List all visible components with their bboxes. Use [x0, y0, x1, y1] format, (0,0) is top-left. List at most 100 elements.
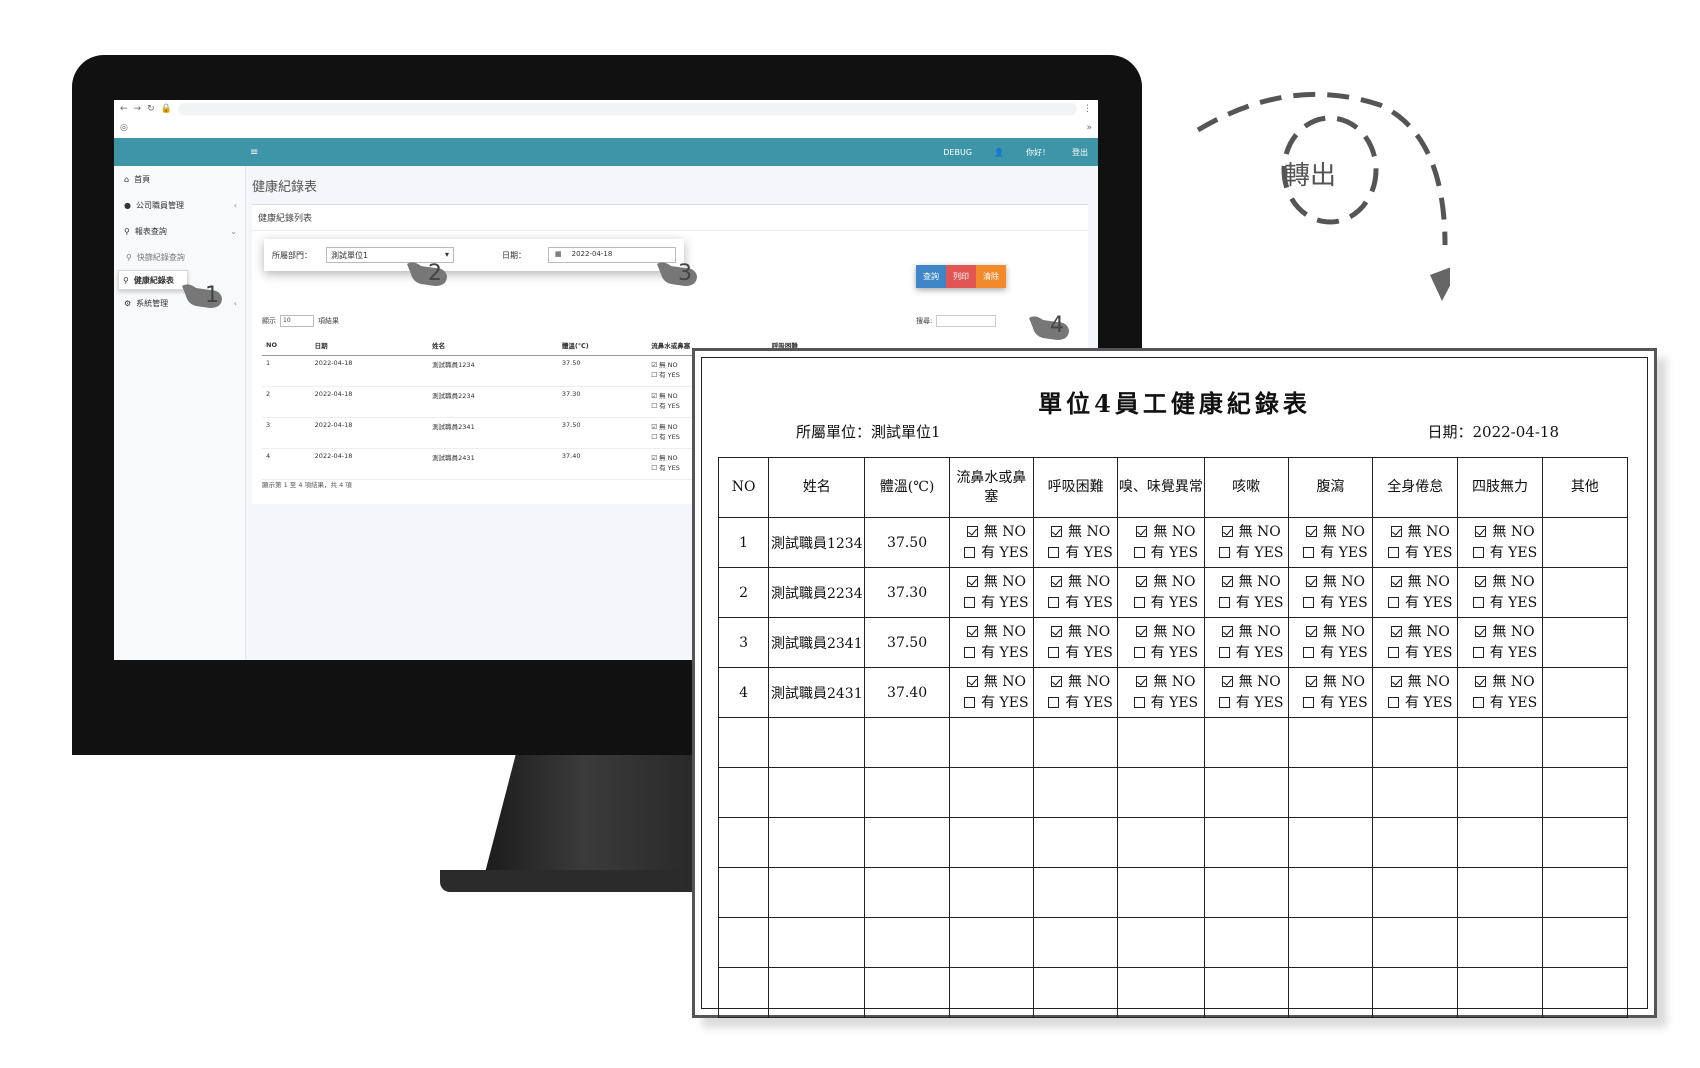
report-cell-empty	[1541, 867, 1629, 918]
checkbox-checked-icon	[1221, 526, 1233, 538]
report-cell-empty	[1372, 917, 1459, 968]
monitor-base	[440, 870, 680, 892]
report-cell-no: 1	[717, 517, 770, 568]
report-cell-empty	[1372, 767, 1459, 818]
checkbox-empty-icon	[1048, 646, 1060, 658]
report-cell-empty	[948, 767, 1035, 818]
symptom-option: 無 NO 有 YES	[1032, 517, 1119, 568]
action-buttons: 查詢 列印 清除	[916, 265, 1006, 288]
report-cell-empty	[1117, 767, 1205, 818]
logout-button[interactable]: 登出	[1072, 147, 1088, 158]
report-cell-empty	[1032, 717, 1119, 768]
report-column-header: 流鼻水或鼻塞	[948, 457, 1035, 518]
avatar-icon[interactable]: 👤	[994, 148, 1004, 157]
bookmark-icon[interactable]: ◎	[120, 123, 128, 133]
column-header[interactable]: 日期	[310, 335, 429, 356]
symptom-option: 無 NO 有 YES	[1203, 567, 1289, 618]
checkbox-empty-icon	[1303, 696, 1315, 708]
report-cell-name: 測試職員2341	[768, 617, 866, 668]
report-row	[717, 767, 1629, 818]
report-cell-empty	[1457, 817, 1543, 868]
symptom-option: 無 NO 有 YES	[948, 517, 1035, 568]
report-cell-empty	[948, 717, 1035, 768]
checkbox-checked-icon	[1051, 576, 1063, 588]
checkbox-checked-icon	[1390, 526, 1402, 538]
query-button[interactable]: 查詢	[916, 265, 946, 288]
report-cell-name: 測試職員2431	[768, 667, 866, 718]
column-header[interactable]: NO	[262, 335, 311, 356]
report-cell-empty	[1287, 867, 1374, 918]
user-icon: ●	[124, 200, 131, 210]
checkbox-empty-icon	[964, 546, 976, 558]
search-icon: ⚲	[123, 275, 129, 285]
checkbox-empty-icon	[1303, 546, 1315, 558]
report-cell-empty	[717, 717, 770, 768]
checkbox-checked-icon	[1136, 626, 1148, 638]
search-input[interactable]	[936, 315, 997, 327]
report-cell-empty	[768, 767, 866, 818]
report-cell-empty	[1032, 967, 1119, 1018]
menu-icon[interactable]: ⋮	[1083, 104, 1092, 114]
checkbox-checked-icon	[1051, 676, 1063, 688]
checkbox-checked-icon	[1136, 576, 1148, 588]
report-cell-no: 4	[717, 667, 770, 718]
report-cell-empty	[1287, 717, 1374, 768]
print-button[interactable]: 列印	[946, 265, 976, 288]
sidebar-item-staff[interactable]: ● 公司職員管理 ‹	[114, 192, 245, 218]
hamburger-icon[interactable]: ≡	[250, 147, 258, 158]
back-icon[interactable]: ←	[120, 104, 128, 114]
report-row	[717, 917, 1629, 968]
checkbox-empty-icon	[1472, 546, 1484, 558]
sidebar-item-reports[interactable]: ⚲ 報表查詢 ⌄	[114, 218, 245, 244]
report-cell-empty	[1457, 967, 1543, 1018]
symptom-option: 無 NO 有 YES	[1117, 667, 1205, 718]
report-cell-empty	[948, 917, 1035, 968]
report-cell-empty	[1032, 867, 1119, 918]
home-icon: ⌂	[124, 174, 130, 184]
clear-button[interactable]: 清除	[976, 265, 1006, 288]
column-header[interactable]: 姓名	[428, 335, 558, 356]
report-cell-empty	[864, 767, 950, 818]
symptom-option: 無 NO 有 YES	[1287, 567, 1374, 618]
hand-pointer-icon	[182, 284, 222, 308]
sidebar-item-health-record[interactable]: ⚲ 健康紀錄表	[118, 270, 188, 290]
symptom-option: 無 NO 有 YES	[1117, 567, 1205, 618]
calendar-icon: ▦	[555, 250, 562, 258]
symptom-option: 無 NO 有 YES	[1203, 517, 1289, 568]
checkbox-checked-icon	[1305, 526, 1317, 538]
checkbox-empty-icon	[1387, 696, 1399, 708]
page-size-control: 顯示 10 項結果	[262, 315, 339, 327]
page-size-select[interactable]: 10	[280, 315, 314, 327]
table-footer: 顯示第 1 至 4 項結果，共 4 項	[262, 481, 352, 489]
symptom-option: 無 NO 有 YES	[1372, 567, 1459, 618]
app-header: ≡ DEBUG 👤 你好！ 登出	[114, 138, 1098, 166]
step-number: 4	[1050, 313, 1064, 338]
symptom-option: 無 NO 有 YES	[1203, 667, 1289, 718]
bookmarks-bar: ◎ »	[114, 118, 1098, 138]
report-cell-empty	[1372, 817, 1459, 868]
report-column-header: NO	[717, 457, 770, 518]
checkbox-checked-icon	[1475, 526, 1487, 538]
sidebar-item-rapid-test[interactable]: ⚲ 快篩紀錄查詢	[114, 244, 245, 270]
column-header[interactable]: 體溫(℃)	[557, 335, 648, 356]
report-date: 日期：2022-04-18	[1427, 423, 1560, 441]
report-cell-other	[1541, 517, 1629, 568]
checkbox-checked-icon	[1390, 676, 1402, 688]
card-title: 健康紀錄列表	[252, 205, 1088, 231]
report-cell-empty	[768, 717, 866, 768]
forward-icon[interactable]: →	[134, 104, 142, 114]
checkbox-checked-icon	[1390, 576, 1402, 588]
symptom-option: 無 NO 有 YES	[948, 617, 1035, 668]
debug-label: DEBUG	[943, 147, 973, 157]
report-cell-empty	[1372, 717, 1459, 768]
reload-icon[interactable]: ↻	[147, 104, 155, 114]
address-bar[interactable]	[177, 103, 1077, 115]
report-unit: 所屬單位：測試單位1	[796, 423, 941, 441]
report-column-header: 姓名	[768, 457, 866, 518]
report-cell-empty	[1203, 717, 1289, 768]
report-cell-empty	[1287, 817, 1374, 868]
table-search: 搜尋:	[916, 315, 1002, 327]
report-cell-other	[1541, 617, 1629, 668]
more-icon[interactable]: »	[1086, 123, 1092, 133]
sidebar-item-home[interactable]: ⌂ 首頁	[114, 166, 245, 192]
